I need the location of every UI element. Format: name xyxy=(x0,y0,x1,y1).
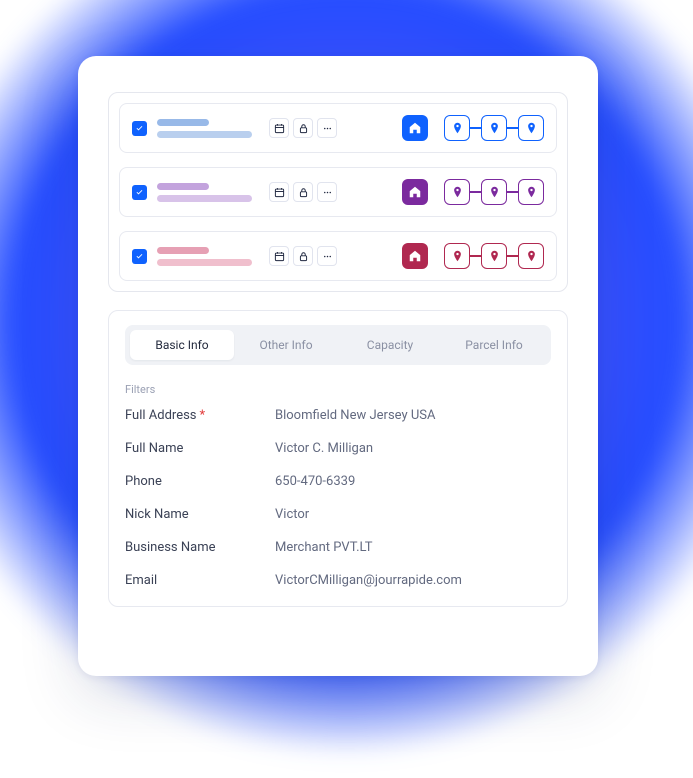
checkbox-icon[interactable] xyxy=(132,185,147,200)
tab-capacity[interactable]: Capacity xyxy=(338,330,442,360)
field-label: Nick Name xyxy=(125,507,275,522)
stops-group xyxy=(444,179,544,205)
main-card: Basic Info Other Info Capacity Parcel In… xyxy=(78,56,598,676)
more-icon[interactable] xyxy=(317,182,337,202)
tab-other-info[interactable]: Other Info xyxy=(234,330,338,360)
route-label-placeholder xyxy=(157,245,257,268)
stops-group xyxy=(444,243,544,269)
tab-parcel-info[interactable]: Parcel Info xyxy=(442,330,546,360)
route-label-placeholder xyxy=(157,181,257,204)
detail-panel: Basic Info Other Info Capacity Parcel In… xyxy=(108,310,568,607)
more-icon[interactable] xyxy=(317,118,337,138)
stop-icon[interactable] xyxy=(481,115,507,141)
required-asterisk: * xyxy=(200,408,206,423)
field-label: Full Address* xyxy=(125,408,275,423)
route-actions xyxy=(269,118,337,138)
route-row[interactable] xyxy=(119,167,557,217)
tab-basic-info[interactable]: Basic Info xyxy=(130,330,234,360)
lock-icon[interactable] xyxy=(293,246,313,266)
route-label-placeholder xyxy=(157,117,257,140)
stop-icon[interactable] xyxy=(518,115,544,141)
home-icon[interactable] xyxy=(402,115,428,141)
calendar-icon[interactable] xyxy=(269,246,289,266)
route-row[interactable] xyxy=(119,103,557,153)
home-icon[interactable] xyxy=(402,243,428,269)
field-label: Email xyxy=(125,573,275,588)
route-row[interactable] xyxy=(119,231,557,281)
field-value: Bloomfield New Jersey USA xyxy=(275,408,435,423)
stop-icon[interactable] xyxy=(444,179,470,205)
field-full-name: Full Name Victor C. Milligan xyxy=(125,441,551,456)
stop-icon[interactable] xyxy=(518,179,544,205)
route-actions xyxy=(269,246,337,266)
route-actions xyxy=(269,182,337,202)
field-value: Victor C. Milligan xyxy=(275,441,373,456)
home-icon[interactable] xyxy=(402,179,428,205)
checkbox-icon[interactable] xyxy=(132,121,147,136)
field-label: Full Name xyxy=(125,441,275,456)
lock-icon[interactable] xyxy=(293,182,313,202)
info-tabs: Basic Info Other Info Capacity Parcel In… xyxy=(125,325,551,365)
route-list xyxy=(108,92,568,292)
field-value: Victor xyxy=(275,507,309,522)
field-business-name: Business Name Merchant PVT.LT xyxy=(125,540,551,555)
field-value: VictorCMilligan@jourrapide.com xyxy=(275,573,462,588)
field-value: Merchant PVT.LT xyxy=(275,540,373,555)
checkbox-icon[interactable] xyxy=(132,249,147,264)
lock-icon[interactable] xyxy=(293,118,313,138)
stop-icon[interactable] xyxy=(518,243,544,269)
calendar-icon[interactable] xyxy=(269,118,289,138)
stops-group xyxy=(444,115,544,141)
stop-icon[interactable] xyxy=(444,115,470,141)
field-value: 650-470-6339 xyxy=(275,474,355,489)
field-nick-name: Nick Name Victor xyxy=(125,507,551,522)
field-phone: Phone 650-470-6339 xyxy=(125,474,551,489)
field-email: Email VictorCMilligan@jourrapide.com xyxy=(125,573,551,588)
field-label: Phone xyxy=(125,474,275,489)
field-label: Business Name xyxy=(125,540,275,555)
filters-heading: Filters xyxy=(125,383,551,396)
stop-icon[interactable] xyxy=(481,243,507,269)
field-full-address: Full Address* Bloomfield New Jersey USA xyxy=(125,408,551,423)
calendar-icon[interactable] xyxy=(269,182,289,202)
stop-icon[interactable] xyxy=(444,243,470,269)
more-icon[interactable] xyxy=(317,246,337,266)
stop-icon[interactable] xyxy=(481,179,507,205)
